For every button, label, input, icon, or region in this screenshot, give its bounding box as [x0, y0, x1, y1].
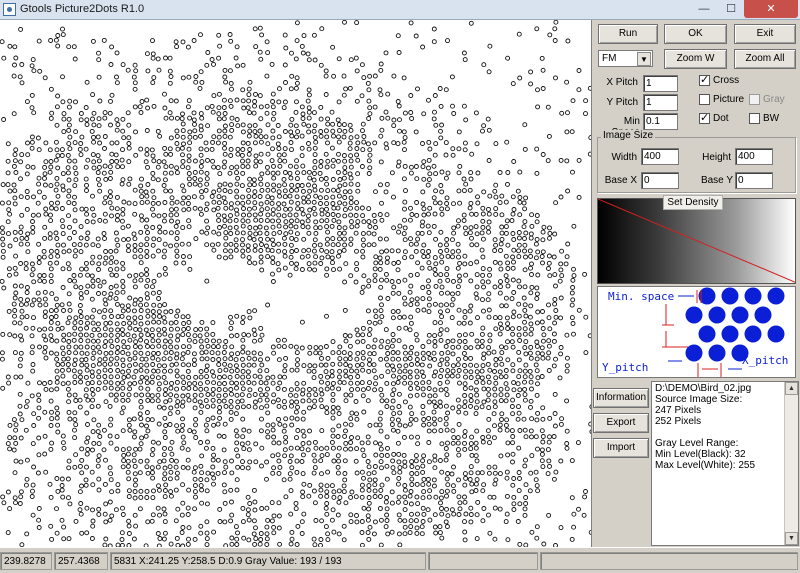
cross-checkbox[interactable]: [699, 73, 710, 86]
control-panel: Run OK Exit FM ▼ Zoom W Zoom All X Pitch…: [593, 20, 800, 547]
zoom-all-button[interactable]: Zoom All: [734, 49, 796, 69]
diagram-y-pitch-label: Y_pitch: [602, 361, 649, 374]
density-line: [598, 199, 795, 283]
import-button[interactable]: Import: [593, 438, 649, 458]
gray-checkbox-label: Gray: [763, 94, 785, 105]
pitch-dot: [685, 344, 703, 362]
picture-checkbox-label: Picture: [713, 94, 745, 105]
image-size-group-title: Image Size: [601, 130, 656, 141]
set-density-button[interactable]: Set Density: [663, 195, 723, 210]
pitch-dot: [754, 306, 772, 324]
information-button[interactable]: Information: [593, 388, 649, 408]
pitch-dot: [767, 287, 785, 305]
app-icon: [3, 3, 16, 16]
base-y-label: Base Y: [700, 175, 733, 186]
pitch-dot: [708, 344, 726, 362]
dot-image: [0, 20, 591, 547]
x-pitch-label: X Pitch: [606, 77, 638, 88]
image-info-lines: D:\DEMO\Bird_02.jpg Source Image Size: 247…: [655, 383, 783, 471]
width-field[interactable]: 400: [641, 148, 679, 165]
image-info-text[interactable]: D:\DEMO\Bird_02.jpg Source Image Size: 247…: [651, 381, 799, 546]
y-pitch-field[interactable]: 1: [643, 94, 678, 111]
gray-checkbox[interactable]: [749, 94, 760, 105]
status-x: 239.8278: [0, 552, 52, 570]
status-bar: 239.8278 257.4368 5831 X:241.25 Y:258.5 …: [0, 547, 800, 573]
pitch-dot: [767, 325, 785, 343]
info-scrollbar[interactable]: ▲ ▼: [784, 382, 798, 545]
info-line: Max Level(White): 255: [655, 460, 756, 471]
height-label: Height: [702, 152, 731, 163]
pitch-dot: [708, 306, 726, 324]
pitch-diagram: Min. space Y_pitch X_pitch: [597, 286, 796, 378]
bw-checkbox-label: BW: [763, 113, 780, 124]
info-line: Gray Level Range:: [655, 438, 739, 449]
close-button[interactable]: ✕: [744, 0, 798, 18]
chevron-down-icon[interactable]: ▼: [637, 52, 651, 66]
status-empty-1: [428, 552, 538, 570]
base-x-label: Base X: [604, 175, 637, 186]
status-y: 257.4368: [54, 552, 108, 570]
height-field[interactable]: 400: [735, 148, 773, 165]
info-line: [655, 427, 783, 438]
exit-button[interactable]: Exit: [734, 24, 796, 44]
pitch-dot: [721, 325, 739, 343]
pitch-dot: [685, 306, 703, 324]
base-y-field[interactable]: 0: [735, 172, 773, 189]
info-line: Source Image Size:: [655, 394, 743, 405]
bw-checkbox[interactable]: [749, 113, 760, 124]
mode-select[interactable]: FM ▼: [598, 50, 653, 67]
zoom-w-button[interactable]: Zoom W: [664, 49, 727, 69]
diagram-min-space-label: Min. space: [608, 290, 675, 303]
x-pitch-field[interactable]: 1: [643, 75, 678, 92]
status-summary: 5831 X:241.25 Y:258.5 D:0.9 Gray Value: …: [110, 552, 426, 570]
diagram-x-pitch-label: X_pitch: [742, 354, 789, 367]
mode-select-value: FM: [602, 53, 617, 64]
min-space-field[interactable]: 0.1: [643, 113, 678, 130]
info-line: D:\DEMO\Bird_02.jpg: [655, 383, 752, 394]
dot-checkbox[interactable]: [699, 111, 710, 124]
info-line: 247 Pixels: [655, 405, 702, 416]
export-button[interactable]: Export: [593, 413, 649, 433]
dot-image-canvas[interactable]: [0, 20, 592, 547]
scroll-up-icon[interactable]: ▲: [785, 382, 798, 395]
dot-checkbox-label: Dot: [713, 113, 729, 124]
info-line: Min Level(Black): 32: [655, 449, 746, 460]
ok-button[interactable]: OK: [664, 24, 727, 44]
pitch-dot: [744, 287, 762, 305]
density-curve[interactable]: [597, 198, 796, 284]
pitch-dot: [731, 306, 749, 324]
maximize-button[interactable]: ☐: [718, 0, 744, 18]
title-bar: Gtools Picture2Dots R1.0 — ☐ ✕: [0, 0, 800, 20]
dot-pattern: [0, 20, 591, 547]
minimize-button[interactable]: —: [690, 0, 718, 18]
picture-checkbox[interactable]: [699, 94, 710, 105]
base-x-field[interactable]: 0: [641, 172, 679, 189]
window-title: Gtools Picture2Dots R1.0: [20, 3, 145, 15]
scroll-down-icon[interactable]: ▼: [785, 532, 798, 545]
run-button[interactable]: Run: [598, 24, 658, 44]
y-pitch-label: Y Pitch: [606, 97, 639, 108]
status-empty-2: [540, 552, 798, 570]
info-line: 252 Pixels: [655, 416, 702, 427]
width-label: Width: [611, 152, 637, 163]
pitch-dot: [721, 287, 739, 305]
pitch-dot: [744, 325, 762, 343]
pitch-dot: [698, 325, 716, 343]
cross-checkbox-label: Cross: [713, 75, 740, 86]
